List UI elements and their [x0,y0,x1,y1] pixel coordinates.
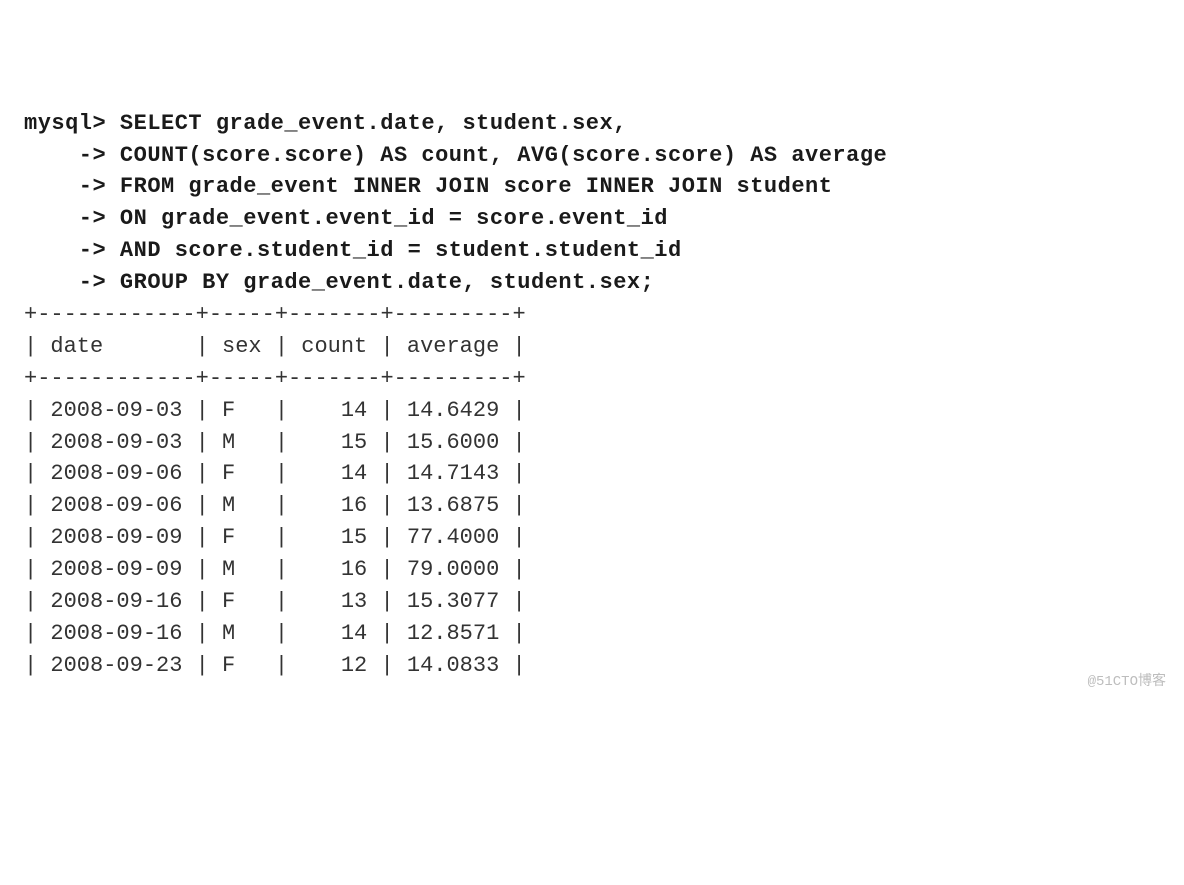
result-table: +------------+-----+-------+---------+ |… [24,299,1160,682]
continuation-prompt: -> [24,270,106,295]
table-row: | 2008-09-09 | M | 16 | 79.0000 | [24,557,526,582]
continuation-prompt: -> [24,206,106,231]
mysql-prompt: mysql> [24,111,106,136]
query-line-5: AND score.student_id = student.student_i… [120,238,682,263]
table-border-mid: +------------+-----+-------+---------+ [24,366,526,391]
continuation-prompt: -> [24,174,106,199]
table-row: | 2008-09-06 | M | 16 | 13.6875 | [24,493,526,518]
query-line-4: ON grade_event.event_id = score.event_id [120,206,668,231]
table-border-top: +------------+-----+-------+---------+ [24,302,526,327]
table-row: | 2008-09-03 | M | 15 | 15.6000 | [24,430,526,455]
table-row: | 2008-09-16 | M | 14 | 12.8571 | [24,621,526,646]
table-row: | 2008-09-03 | F | 14 | 14.6429 | [24,398,526,423]
table-row: | 2008-09-09 | F | 15 | 77.4000 | [24,525,526,550]
query-line-1: SELECT grade_event.date, student.sex, [120,111,627,136]
continuation-prompt: -> [24,238,106,263]
table-row: | 2008-09-06 | F | 14 | 14.7143 | [24,461,526,486]
query-line-2: COUNT(score.score) AS count, AVG(score.s… [120,143,887,168]
sql-query-block: mysql> SELECT grade_event.date, student.… [24,108,1160,299]
query-line-6: GROUP BY grade_event.date, student.sex; [120,270,654,295]
table-header-row: | date | sex | count | average | [24,334,526,359]
query-line-3: FROM grade_event INNER JOIN score INNER … [120,174,833,199]
table-row: | 2008-09-23 | F | 12 | 14.0833 | [24,653,526,678]
table-row: | 2008-09-16 | F | 13 | 15.3077 | [24,589,526,614]
watermark-text: @51CTO博客 [1088,672,1166,692]
continuation-prompt: -> [24,143,106,168]
